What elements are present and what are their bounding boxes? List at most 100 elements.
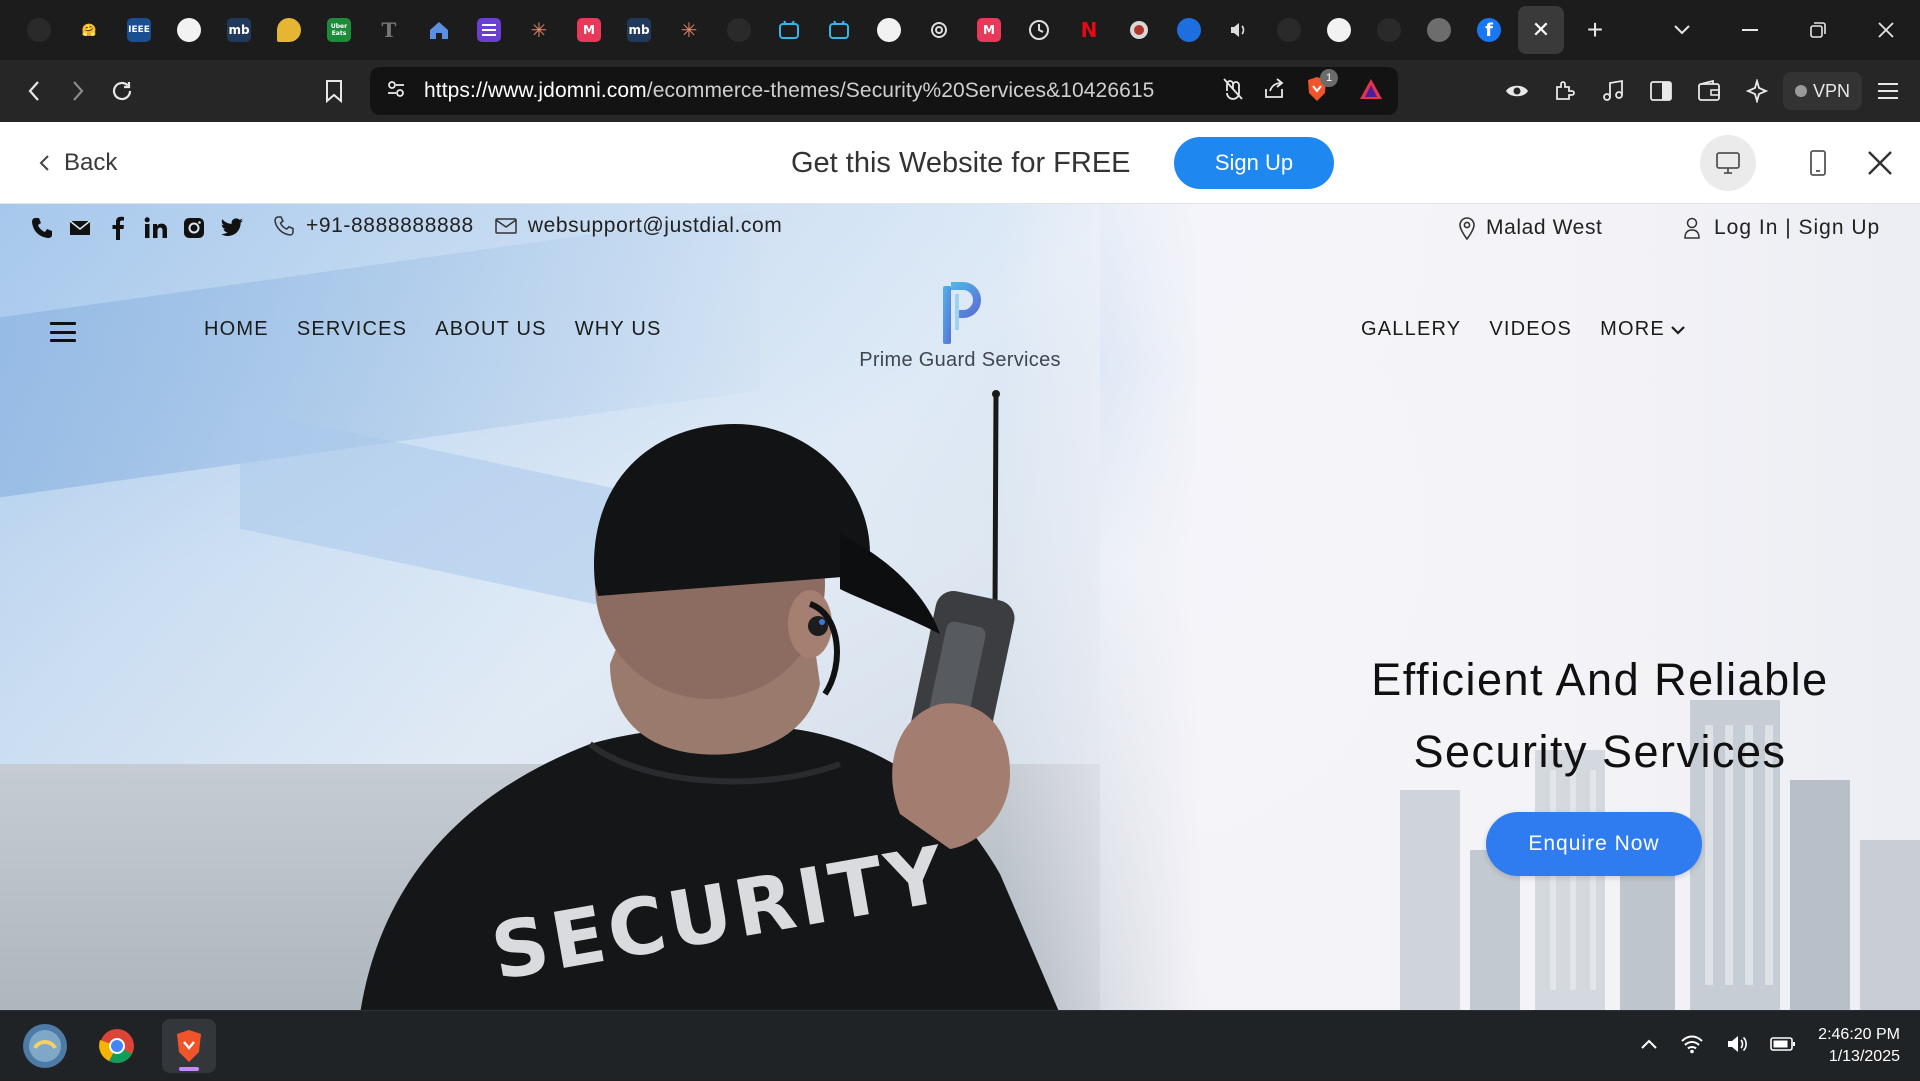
mail-icon[interactable]: [66, 214, 94, 242]
pinned-tab[interactable]: N: [1064, 0, 1114, 60]
pinned-tab[interactable]: [164, 0, 214, 60]
minimize-button[interactable]: [1716, 0, 1784, 60]
pinned-tab[interactable]: [14, 0, 64, 60]
media-music-icon[interactable]: [1591, 69, 1635, 113]
location-selector[interactable]: Malad West: [1458, 216, 1603, 240]
pinned-tab[interactable]: T: [364, 0, 414, 60]
sidebar-toggle-icon[interactable]: [1639, 69, 1683, 113]
contact-bar: +91-8888888888 websupport@justdial.com M…: [0, 204, 1920, 254]
pinned-tab[interactable]: mb: [214, 0, 264, 60]
new-tab-button[interactable]: +: [1570, 0, 1620, 60]
brave-shields-icon[interactable]: 1: [1304, 68, 1338, 108]
enquire-now-button[interactable]: Enquire Now: [1486, 812, 1702, 876]
promo-text: Get this Website for FREE: [791, 146, 1131, 179]
pinned-tab[interactable]: [414, 0, 464, 60]
banner-sign-up-button[interactable]: Sign Up: [1174, 137, 1334, 189]
brave-rewards-icon[interactable]: [1358, 77, 1384, 106]
nav-link-videos[interactable]: VIDEOS: [1489, 318, 1572, 341]
back-label: Back: [64, 149, 118, 176]
brand-logo[interactable]: Prime Guard Services: [850, 282, 1070, 372]
pinned-tab[interactable]: [1414, 0, 1464, 60]
pinned-tab[interactable]: [914, 0, 964, 60]
bookmark-icon[interactable]: [312, 69, 356, 113]
pinned-tab[interactable]: 🤗: [64, 0, 114, 60]
address-bar[interactable]: https://www.jdomni.com/ecommerce-themes/…: [370, 67, 1398, 115]
pinned-tab[interactable]: [1014, 0, 1064, 60]
pinned-tab[interactable]: [814, 0, 864, 60]
pinned-tab[interactable]: [714, 0, 764, 60]
pinned-tab[interactable]: [864, 0, 914, 60]
pinned-tab[interactable]: [1214, 0, 1264, 60]
brave-app[interactable]: [162, 1019, 216, 1073]
leo-ai-icon[interactable]: [1735, 69, 1779, 113]
desktop-view-button[interactable]: [1700, 135, 1756, 191]
vpn-button[interactable]: VPN: [1782, 72, 1862, 110]
pinned-tab[interactable]: ✳: [664, 0, 714, 60]
maps-pin-icon: [277, 18, 301, 42]
nav-link-about-us[interactable]: ABOUT US: [435, 318, 546, 341]
extensions-icon[interactable]: [1543, 69, 1587, 113]
battery-icon[interactable]: [1770, 1036, 1796, 1057]
close-window-button[interactable]: [1852, 0, 1920, 60]
close-banner-button[interactable]: [1852, 135, 1908, 191]
pinned-tab[interactable]: [1164, 0, 1214, 60]
nav-link-home[interactable]: HOME: [204, 318, 269, 341]
pinned-tab[interactable]: IEEE: [114, 0, 164, 60]
start-button[interactable]: [18, 1019, 72, 1073]
nav-link-why-us[interactable]: WHY US: [575, 318, 662, 341]
reload-icon[interactable]: [100, 69, 144, 113]
phone-icon[interactable]: [28, 214, 56, 242]
pinned-tab[interactable]: [464, 0, 514, 60]
chrome-app[interactable]: [90, 1019, 144, 1073]
site-settings-icon[interactable]: [386, 79, 406, 104]
linkedin-icon[interactable]: [142, 214, 170, 242]
forward-arrow-icon[interactable]: [56, 69, 100, 113]
pinned-tab[interactable]: mb: [614, 0, 664, 60]
auth-label: Log In | Sign Up: [1714, 216, 1881, 239]
phone-device-icon: [1810, 150, 1826, 176]
share-icon[interactable]: [1262, 77, 1286, 106]
volume-icon[interactable]: [1726, 1034, 1748, 1059]
nav-link-gallery[interactable]: GALLERY: [1361, 318, 1461, 341]
tracking-off-icon[interactable]: [1222, 77, 1244, 106]
nav-link-more[interactable]: MORE: [1600, 318, 1685, 341]
pinned-tab[interactable]: Uber Eats: [314, 0, 364, 60]
pinned-tab[interactable]: [1364, 0, 1414, 60]
instagram-icon[interactable]: [180, 214, 208, 242]
mobile-view-button[interactable]: [1790, 135, 1846, 191]
pinned-tab[interactable]: [1314, 0, 1364, 60]
twitter-icon[interactable]: [218, 214, 246, 242]
pinned-tab[interactable]: M: [964, 0, 1014, 60]
back-link[interactable]: Back: [38, 122, 117, 204]
url-text[interactable]: https://www.jdomni.com/ecommerce-themes/…: [424, 79, 1154, 103]
eye-icon[interactable]: [1495, 69, 1539, 113]
clock[interactable]: 2:46:20 PM 1/13/2025: [1818, 1024, 1900, 1068]
phone-number[interactable]: +91-8888888888: [306, 214, 474, 238]
back-arrow-icon[interactable]: [12, 69, 56, 113]
netflix-icon: N: [1077, 18, 1101, 42]
pinned-tab[interactable]: ✳: [514, 0, 564, 60]
active-tab-close-button[interactable]: ✕: [1518, 6, 1564, 54]
restore-button[interactable]: [1784, 0, 1852, 60]
chevron-up-icon[interactable]: [1640, 1037, 1658, 1055]
wifi-icon[interactable]: [1680, 1034, 1704, 1059]
pinned-tab[interactable]: f: [1464, 0, 1514, 60]
menu-icon[interactable]: [1866, 69, 1910, 113]
pinned-tab[interactable]: M: [564, 0, 614, 60]
nav-link-services[interactable]: SERVICES: [297, 318, 407, 341]
github-icon: [877, 18, 901, 42]
pinned-tab[interactable]: [1114, 0, 1164, 60]
github-dark-icon: [727, 18, 751, 42]
pinned-tab[interactable]: [1264, 0, 1314, 60]
wallet-icon[interactable]: [1687, 69, 1731, 113]
tab-search-chevron-icon[interactable]: [1648, 0, 1716, 60]
facebook-icon[interactable]: [104, 214, 132, 242]
claude-spark-icon: ✳: [677, 18, 701, 42]
login-signup-link[interactable]: Log In | Sign Up: [1684, 216, 1880, 240]
pinned-tab[interactable]: [264, 0, 314, 60]
pinned-tab[interactable]: [764, 0, 814, 60]
windows-taskbar: 2:46:20 PM 1/13/2025: [0, 1010, 1920, 1080]
email-address[interactable]: websupport@justdial.com: [528, 214, 783, 238]
hamburger-menu-icon[interactable]: [50, 322, 76, 342]
speaker-icon: [1227, 18, 1251, 42]
